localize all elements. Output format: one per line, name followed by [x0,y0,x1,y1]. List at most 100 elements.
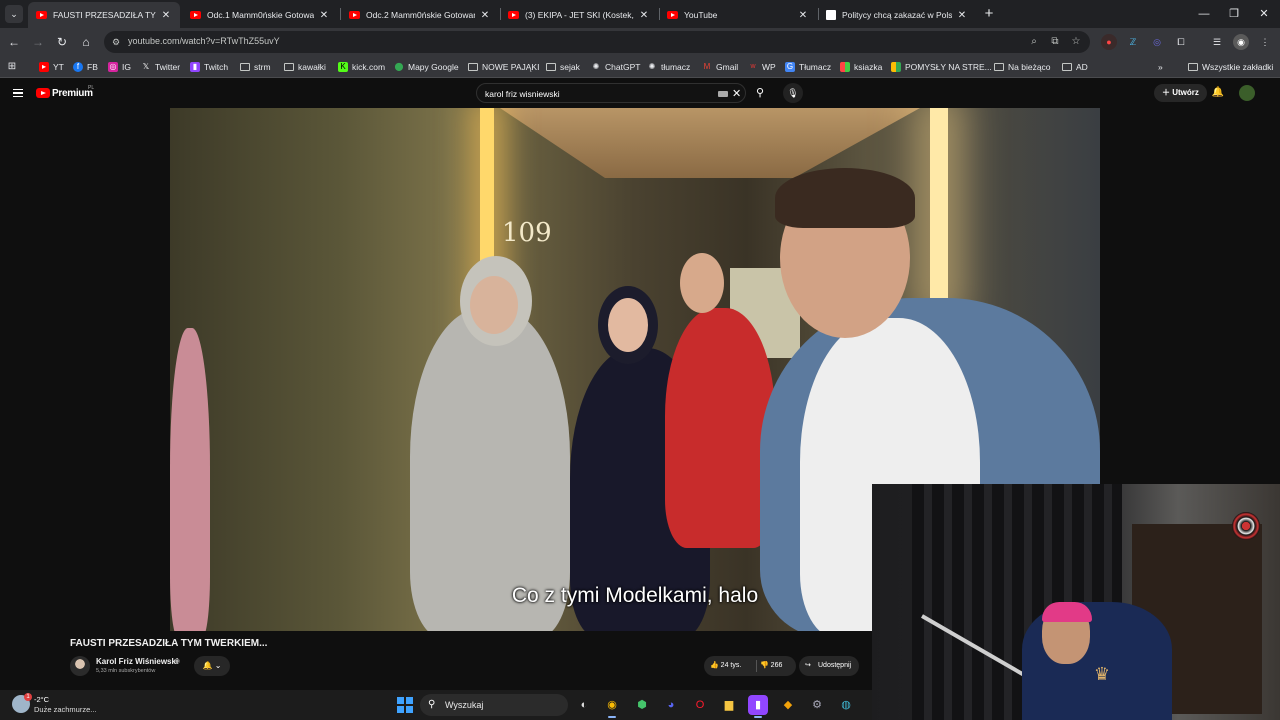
chevron-right-icon[interactable]: » [1158,60,1163,74]
channel-name[interactable]: Karol Friz Wiśniewski [96,657,178,666]
bookmark-sejak[interactable]: sejak [546,60,580,74]
url-text: youtube.com/watch?v=RTwThZ55uvY [128,36,280,46]
youtube-logo-icon[interactable] [36,88,50,98]
bookmark-twitter[interactable]: 𝕏 Twitter [141,60,180,74]
bookmark-strm[interactable]: strm [240,60,271,74]
reading-list-icon[interactable]: ☰ [1209,34,1225,50]
keyboard-icon[interactable] [718,91,728,97]
dislike-button[interactable]: 👎 266 [760,656,782,676]
bookmark-kawalki[interactable]: kawałki [284,60,326,74]
search-icon[interactable]: ⚲ [748,83,772,103]
streamer-cap [1042,602,1092,622]
bookmark-kick[interactable]: Kkick.com [338,60,385,74]
bookmark-nowe-pajaki[interactable]: NOWE PAJĄKI [468,60,539,74]
video-person [410,308,570,631]
bookmark-label: AD [1076,62,1088,72]
bookmark-label: kick.com [352,62,386,72]
translate-extension-icon[interactable]: ℤ [1125,34,1141,50]
apps-grid-icon[interactable]: ⊞ [7,60,21,74]
file-explorer-icon[interactable]: ▆ [719,695,739,715]
tab-ekipa[interactable]: (3) EKIPA - JET SKI (Kostek, Julita... ✕ [500,2,658,28]
close-icon[interactable]: ✕ [956,10,968,21]
app-icon[interactable]: ◍ [836,695,856,715]
close-icon[interactable]: ✕ [318,10,330,21]
forward-button[interactable]: → [30,34,46,50]
close-window-button[interactable]: ✕ [1256,6,1272,22]
youtube-icon [667,11,678,19]
page-icon [826,10,836,20]
bookmark-label: Tłumacz [799,62,832,72]
bookmark-ig[interactable]: ◎ IG [108,60,131,74]
reload-button[interactable]: ↻ [54,34,70,50]
channel-avatar[interactable] [70,656,90,676]
record-extension-icon[interactable]: ● [1101,34,1117,50]
crown-icon: ♛ [1093,664,1111,684]
settings-gear-icon[interactable]: ⚙ [807,695,827,715]
app-icon[interactable]: ◆ [778,695,798,715]
clear-search-icon[interactable]: ✕ [732,87,741,100]
site-info-icon[interactable]: ⚙ [110,36,122,48]
opera-icon[interactable]: O [690,695,710,715]
tab-fausti[interactable]: FAUSTI PRZESADZIŁA TYM TWERKIEM... ✕ [28,2,180,28]
bookmark-label: Twitch [204,62,229,72]
tab-search-button[interactable]: ⌄ [5,5,23,23]
all-bookmarks[interactable]: Wszystkie zakładki [1188,60,1273,74]
bookmark-label: ksiazka [854,62,883,72]
taskbar-search[interactable]: ⚲ Wyszukaj [420,694,568,716]
bookmark-gmail[interactable]: M Gmail [702,60,739,74]
shield-browser-icon[interactable]: ⬢ [632,695,652,715]
like-button[interactable]: 👍 24 tys. [710,656,741,676]
close-icon[interactable]: ✕ [160,10,172,21]
back-button[interactable]: ← [6,34,22,50]
minimize-button[interactable]: — [1196,6,1212,22]
bookmark-pomysly[interactable]: POMYSŁY NA STRE... [891,60,992,74]
divider [756,660,757,672]
discord-icon[interactable]: ◕ [661,695,681,715]
bookmark-ad[interactable]: AD [1062,60,1088,74]
bookmark-fb[interactable]: f FB [73,60,98,74]
youtube-brand[interactable]: Premium [52,88,93,99]
bookmark-chatgpt[interactable]: ✺ ChatGPT [591,60,641,74]
bookmark-yt[interactable]: ▸ YT [39,60,64,74]
bookmark-twitch[interactable]: ▮ Twitch [190,60,228,74]
subscription-bell-button[interactable]: 🔔 ⌄ [194,656,230,676]
close-icon[interactable]: ✕ [479,10,491,21]
tab-odc1[interactable]: Odc.1 Mamm0ńskie Gotowanie ✕ [182,2,338,28]
bookmark-star-icon[interactable]: ☆ [1070,36,1082,48]
search-input[interactable]: karol friz wisniewski ✕ [476,83,746,103]
menu-kebab-icon[interactable]: ⋮ [1257,34,1273,50]
create-button[interactable]: ＋ Utwórz [1154,84,1207,102]
windows-start-icon[interactable] [397,697,413,713]
bookmark-tlumacz[interactable]: G Tłumacz [785,60,831,74]
task-view-icon[interactable]: ◐ [574,695,594,715]
new-tab-button[interactable]: + [981,6,997,22]
bookmark-maps[interactable]: ⬤ Mapy Google [394,60,459,74]
extension-icon[interactable]: ◎ [1149,34,1165,50]
tab-odc2[interactable]: Odc.2 Mamm0ńskie Gotowanie ✕ [341,2,499,28]
address-bar[interactable]: ⚙ youtube.com/watch?v=RTwThZ55uvY ⌕ ⧉ ☆ [104,31,1090,53]
zoom-icon[interactable]: ⌕ [1028,36,1040,48]
twitch-icon[interactable]: ▮ [748,695,768,718]
bookmark-label: kawałki [298,62,326,72]
extensions-puzzle-icon[interactable]: ⧠ [1173,34,1189,50]
bookmark-wp[interactable]: w WP [748,60,775,74]
chrome-icon[interactable]: ◉ [602,695,622,718]
close-icon[interactable]: ✕ [638,10,650,21]
tab-youtube[interactable]: YouTube ✕ [659,2,817,28]
bookmark-tlumacz-gpt[interactable]: ✺ tłumacz [647,60,691,74]
microphone-icon[interactable]: 🎙 [783,83,803,103]
avatar[interactable] [1239,85,1255,101]
hamburger-menu-icon[interactable] [13,89,23,97]
install-app-icon[interactable]: ⧉ [1049,36,1061,48]
notifications-bell-icon[interactable]: 🔔 [1211,86,1225,100]
tab-politycy[interactable]: Politycy chcą zakazać w Polsce... ✕ [818,2,976,28]
restore-button[interactable]: ❐ [1226,6,1242,22]
close-icon[interactable]: ✕ [797,10,809,21]
share-button[interactable]: ↪ Udostępnij [799,656,859,676]
bookmark-ksiazka[interactable]: ksiazka [840,60,882,74]
home-button[interactable]: ⌂ [78,34,94,50]
youtube-icon [349,11,360,19]
bookmark-na-biezaco[interactable]: Na bieżąco [994,60,1051,74]
video-title: FAUSTI PRZESADZIŁA TYM TWERKIEM... [70,638,268,649]
profile-avatar-icon[interactable]: ◉ [1233,34,1249,50]
